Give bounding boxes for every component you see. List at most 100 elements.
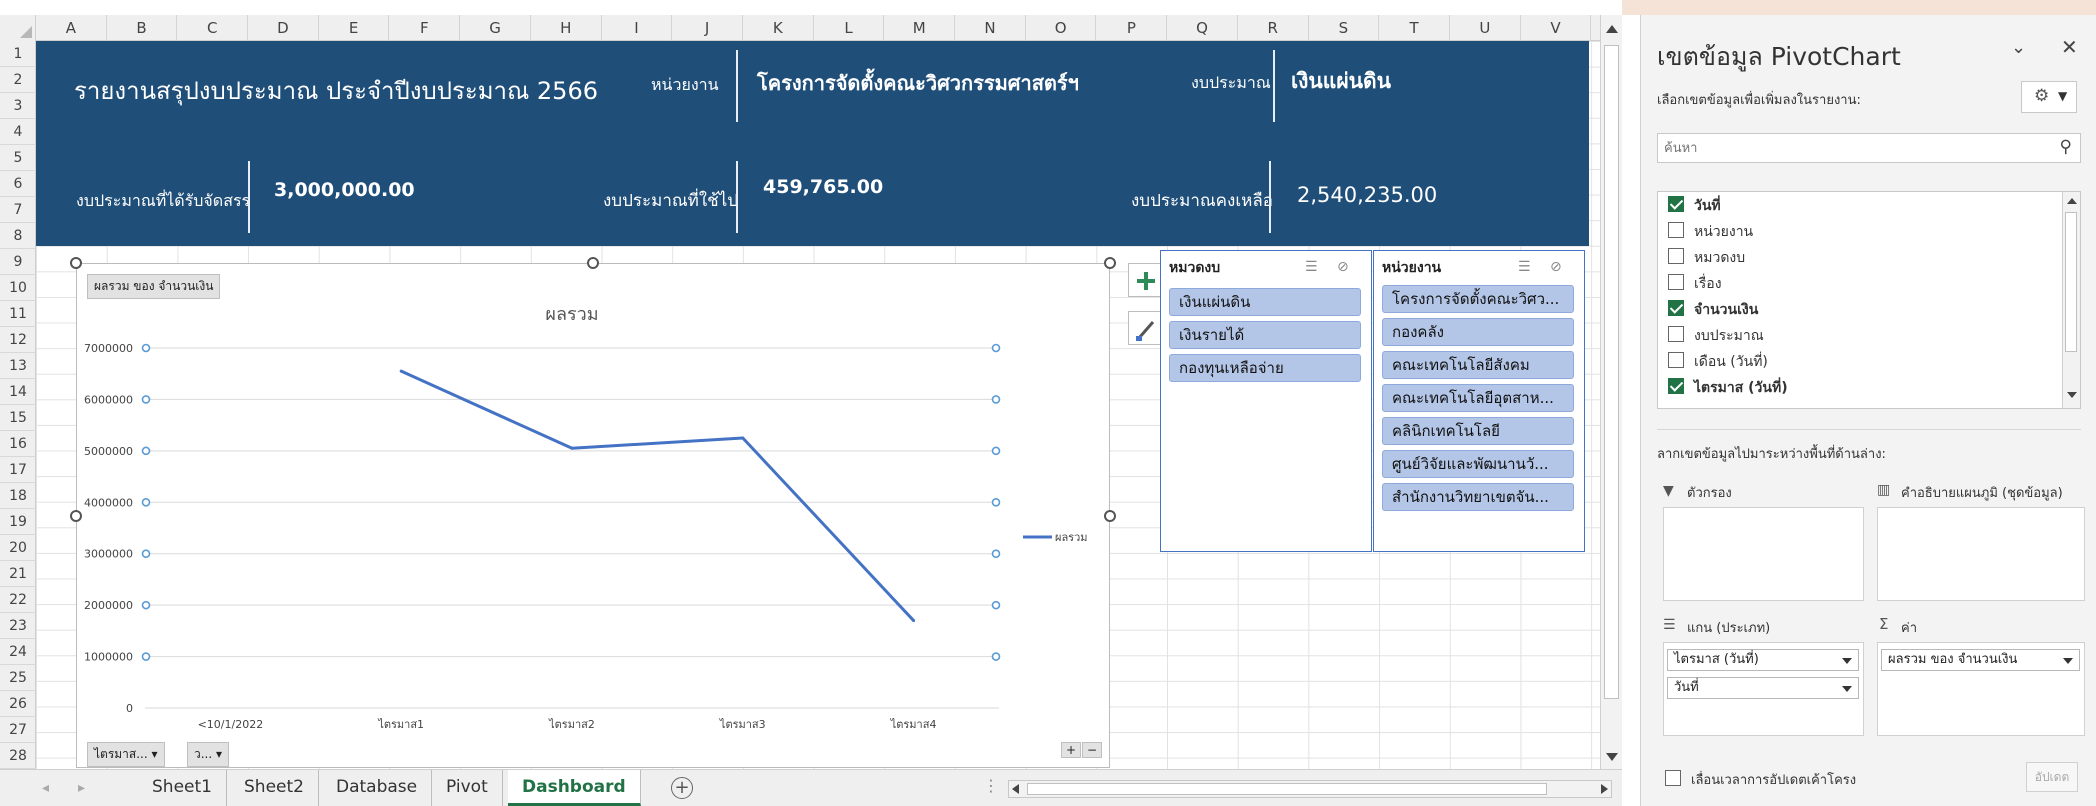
field-item[interactable]: เดือน (วันที่) <box>1668 350 1768 374</box>
field-checkbox[interactable] <box>1668 352 1684 368</box>
expand-field-button[interactable]: + <box>1061 742 1082 758</box>
sheet-tab[interactable]: Sheet1 <box>138 770 227 806</box>
row-header[interactable]: 15 <box>0 405 36 431</box>
scroll-down-icon[interactable] <box>1606 753 1618 761</box>
row-header[interactable]: 28 <box>0 743 36 769</box>
sheet-tab[interactable]: Sheet2 <box>230 770 319 806</box>
axis-item-date[interactable]: วันที่ <box>1667 677 1859 699</box>
axis-area[interactable]: ไตรมาส (วันที่) วันที่ <box>1663 642 1864 736</box>
row-header[interactable]: 12 <box>0 327 36 353</box>
search-icon[interactable]: ⚲ <box>2060 137 2072 157</box>
update-button[interactable]: อัปเดต <box>2026 762 2078 792</box>
row-header[interactable]: 8 <box>0 223 36 249</box>
field-item[interactable]: หน่วยงาน <box>1668 220 1753 244</box>
splitter-dots-icon[interactable]: ⋮ <box>983 776 999 795</box>
axis-item-quarter[interactable]: ไตรมาส (วันที่) <box>1667 649 1859 671</box>
row-header[interactable]: 1 <box>0 41 36 67</box>
value-item-sum-amount[interactable]: ผลรวม ของ จำนวนเงิน <box>1881 649 2080 671</box>
axis-field-button-date[interactable]: ว... ▾ <box>187 742 230 767</box>
field-checkbox[interactable] <box>1668 222 1684 238</box>
clear-filter-icon[interactable]: ⊘ <box>1337 259 1355 275</box>
column-header[interactable]: C <box>177 15 249 41</box>
row-header[interactable]: 3 <box>0 93 36 119</box>
row-header[interactable]: 20 <box>0 535 36 561</box>
slicer-item[interactable]: คณะเทคโนโลยีสังคม <box>1382 351 1574 379</box>
row-header[interactable]: 7 <box>0 197 36 223</box>
chart-styles-button[interactable] <box>1128 311 1162 345</box>
column-header[interactable]: H <box>531 15 602 41</box>
field-item[interactable]: ไตรมาส (วันที่) <box>1668 376 1788 400</box>
column-header[interactable]: N <box>955 15 1026 41</box>
field-checkbox[interactable] <box>1668 378 1684 394</box>
column-header[interactable]: V <box>1521 15 1592 41</box>
column-header[interactable]: R <box>1238 15 1309 41</box>
search-box[interactable]: ⚲ <box>1657 133 2081 163</box>
slicer-item[interactable]: ศูนย์วิจัยและพัฒนานวั... <box>1382 450 1574 478</box>
row-header[interactable]: 16 <box>0 431 36 457</box>
column-header[interactable]: Q <box>1167 15 1238 41</box>
slicer-department[interactable]: หน่วยงาน ☰ ⊘ โครงการจัดตั้งคณะวิศว... กอ… <box>1373 250 1585 552</box>
tab-next-icon[interactable]: ▸ <box>78 780 85 796</box>
field-item[interactable]: งบประมาณ <box>1668 324 1764 348</box>
slicer-item[interactable]: คลินิกเทคโนโลยี <box>1382 417 1574 445</box>
slicer-item[interactable]: สำนักงานวิทยาเขตจัน... <box>1382 483 1574 511</box>
row-header[interactable]: 4 <box>0 119 36 145</box>
select-all-corner[interactable] <box>0 15 36 41</box>
scroll-right-icon[interactable] <box>1601 784 1608 794</box>
sheet-tab[interactable]: Database <box>322 770 433 806</box>
field-item[interactable]: เรื่อง <box>1668 272 1722 296</box>
field-checkbox[interactable] <box>1668 300 1684 316</box>
column-header[interactable]: G <box>460 15 531 41</box>
column-header[interactable]: L <box>814 15 885 41</box>
vertical-scrollbar[interactable] <box>1600 15 1622 769</box>
multi-select-icon[interactable]: ☰ <box>1305 259 1323 275</box>
slicer-item[interactable]: คณะเทคโนโลยีอุตสาห... <box>1382 384 1574 412</box>
tab-prev-icon[interactable]: ◂ <box>42 780 49 796</box>
scroll-thumb[interactable] <box>1027 783 1547 795</box>
scroll-thumb[interactable] <box>1604 45 1619 699</box>
slicer-item[interactable]: กองทุนเหลือจ่าย <box>1169 354 1361 382</box>
field-list-scrollbar[interactable] <box>2062 192 2080 408</box>
scroll-up-icon[interactable] <box>2067 198 2077 204</box>
row-header[interactable]: 13 <box>0 353 36 379</box>
field-checkbox[interactable] <box>1668 326 1684 342</box>
slicer-budget-category[interactable]: หมวดงบ ☰ ⊘ เงินแผ่นดิน เงินรายได้ กองทุน… <box>1160 250 1372 552</box>
column-header[interactable]: P <box>1097 15 1168 41</box>
field-item[interactable]: วันที่ <box>1668 194 1721 218</box>
row-header[interactable]: 17 <box>0 457 36 483</box>
pivot-chart[interactable]: ผลรวม ของ จำนวนเงิน ผลรวม 0 1000000 2000000… <box>76 263 1110 768</box>
row-header[interactable]: 22 <box>0 587 36 613</box>
legend-area[interactable] <box>1877 507 2085 601</box>
column-header[interactable]: I <box>602 15 673 41</box>
sheet-tab[interactable]: Pivot <box>432 770 503 806</box>
row-header[interactable]: 27 <box>0 717 36 743</box>
axis-field-button-quarter[interactable]: ไตรมาส... ▾ <box>87 742 165 767</box>
resize-handle[interactable] <box>70 257 82 269</box>
horizontal-scrollbar[interactable] <box>1008 780 1612 798</box>
row-header[interactable]: 9 <box>0 249 36 275</box>
column-header[interactable]: M <box>884 15 956 41</box>
scroll-down-icon[interactable] <box>2067 392 2077 398</box>
column-header[interactable]: A <box>36 15 107 41</box>
slicer-item[interactable]: เงินรายได้ <box>1169 321 1361 349</box>
row-header[interactable]: 5 <box>0 145 36 171</box>
add-sheet-icon[interactable]: + <box>671 777 693 799</box>
field-checkbox[interactable] <box>1668 248 1684 264</box>
row-header[interactable]: 26 <box>0 691 36 717</box>
column-header[interactable]: F <box>390 15 461 41</box>
field-checkbox[interactable] <box>1668 274 1684 290</box>
row-header[interactable]: 21 <box>0 561 36 587</box>
row-header[interactable]: 18 <box>0 483 36 509</box>
row-header[interactable]: 19 <box>0 509 36 535</box>
scroll-up-icon[interactable] <box>1606 25 1618 33</box>
filters-area[interactable] <box>1663 507 1864 601</box>
column-header[interactable]: T <box>1379 15 1450 41</box>
close-icon[interactable]: ✕ <box>2061 35 2078 59</box>
resize-handle[interactable] <box>1104 510 1116 522</box>
scroll-left-icon[interactable] <box>1012 784 1019 794</box>
row-header[interactable]: 10 <box>0 275 36 301</box>
clear-filter-icon[interactable]: ⊘ <box>1550 259 1568 275</box>
chevron-down-icon[interactable]: ⌄ <box>2011 37 2026 58</box>
values-area[interactable]: ผลรวม ของ จำนวนเงิน <box>1877 642 2085 736</box>
resize-handle[interactable] <box>1104 257 1116 269</box>
